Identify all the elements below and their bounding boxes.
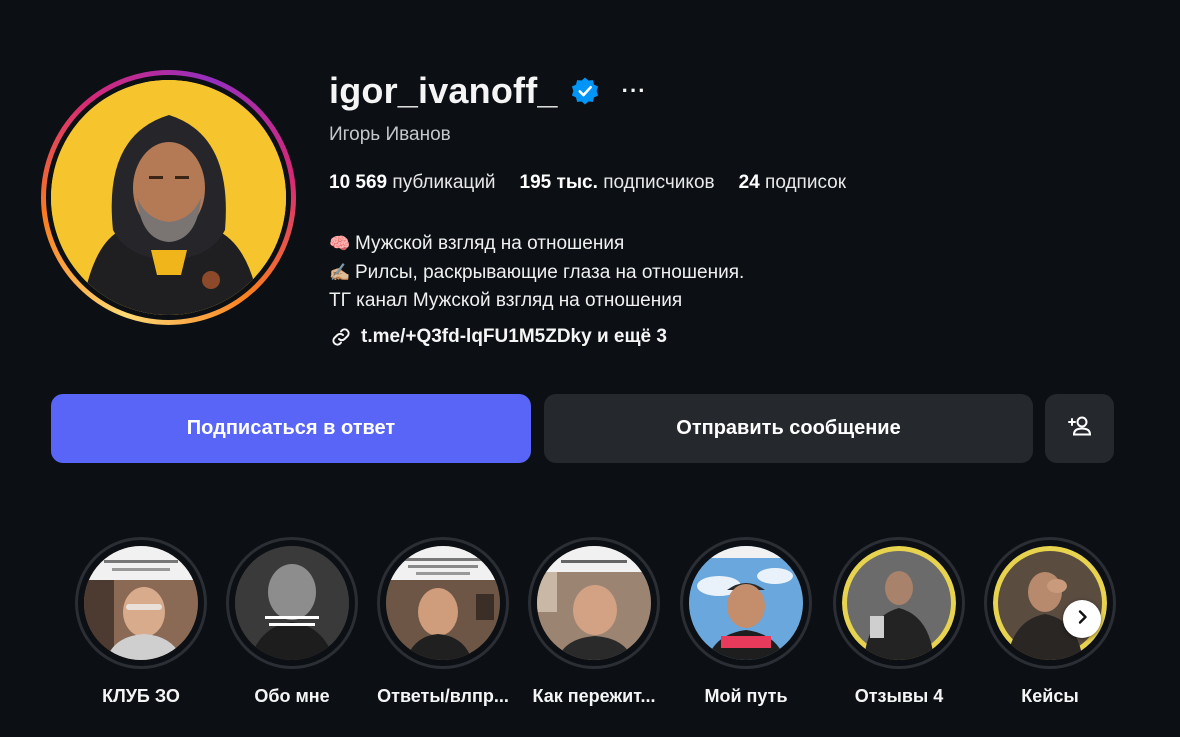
chevron-right-icon: [1074, 609, 1090, 630]
bio-link-text: t.me/+Q3fd-lqFU1M5ZDky и ещё 3: [361, 326, 667, 347]
follow-back-button[interactable]: Подписаться в ответ: [51, 394, 531, 463]
posts-stat: 10 569 публикаций: [329, 172, 496, 194]
highlight-cover: [531, 540, 657, 666]
highlight-cover: [987, 540, 1113, 666]
highlight-cover: [78, 540, 204, 666]
add-person-icon: [1067, 413, 1093, 445]
highlight-thumbnail: [235, 546, 349, 660]
bio-text: Мужской взгляд на отношения: [355, 233, 625, 254]
verified-badge-icon: [570, 76, 600, 106]
highlight-label: Обо мне: [254, 686, 330, 706]
followers-count: 195 тыс.: [519, 172, 598, 193]
highlight-item[interactable]: [226, 537, 358, 669]
bio-line: ✍🏼 Рилсы, раскрывающие глаза на отношени…: [329, 259, 744, 288]
bio-line: 🧠 Мужской взгляд на отношения: [329, 230, 744, 259]
bio-text: Рилсы, раскрывающие глаза на отношения.: [355, 261, 745, 283]
bio: 🧠 Мужской взгляд на отношения ✍🏼 Рилсы, …: [329, 230, 744, 316]
follow-back-label: Подписаться в ответ: [186, 417, 396, 439]
brain-emoji-icon: 🧠: [329, 234, 351, 253]
highlight-item[interactable]: [984, 537, 1116, 669]
profile-stats: 10 569 публикаций 195 тыс. подписчиков 2…: [329, 172, 846, 194]
highlight-label: Мой путь: [704, 686, 788, 706]
following-label: подписок: [765, 172, 847, 193]
send-message-button[interactable]: Отправить сообщение: [544, 394, 1033, 463]
highlight-thumbnail: [84, 546, 198, 660]
more-options-button[interactable]: ···: [622, 78, 647, 104]
highlight-item[interactable]: [528, 537, 660, 669]
highlight-item[interactable]: [75, 537, 207, 669]
followers-stat[interactable]: 195 тыс. подписчиков: [520, 172, 715, 194]
bio-text: ТГ канал Мужской взгляд на отношения: [329, 290, 683, 311]
highlight-thumbnail: [386, 546, 500, 660]
avatar-portrait: [51, 80, 286, 315]
username-row: igor_ivanoff_ ···: [329, 70, 647, 112]
bio-line: ТГ канал Мужской взгляд на отношения: [329, 287, 744, 316]
highlights-next-button[interactable]: [1063, 600, 1101, 638]
highlight-cover: [836, 540, 962, 666]
full-name: Игорь Иванов: [329, 124, 451, 145]
highlight-label: КЛУБ ЗО: [102, 686, 180, 706]
highlight-label: Как пережит...: [532, 686, 656, 706]
highlight-item[interactable]: [833, 537, 965, 669]
link-icon: [329, 325, 353, 349]
profile-avatar-ring[interactable]: [41, 70, 296, 325]
highlight-item[interactable]: [680, 537, 812, 669]
following-count: 24: [738, 172, 760, 193]
highlight-item[interactable]: [377, 537, 509, 669]
story-highlights: КЛУБ ЗО Обо мне Ответы/влпр... Как переж…: [0, 537, 1180, 737]
followers-label: подписчиков: [603, 172, 715, 193]
highlight-thumbnail: [689, 546, 803, 660]
posts-label: публикаций: [392, 172, 496, 193]
highlight-thumbnail: [537, 546, 651, 660]
highlight-cover: [380, 540, 506, 666]
avatar: [51, 80, 286, 315]
avatar-gap: [46, 75, 291, 320]
highlight-thumbnail: [842, 546, 956, 660]
send-message-label: Отправить сообщение: [676, 417, 901, 439]
highlight-label: Отзывы 4: [854, 686, 944, 706]
suggested-people-button[interactable]: [1045, 394, 1114, 463]
highlight-cover: [229, 540, 355, 666]
username: igor_ivanoff_: [329, 70, 558, 111]
bio-link[interactable]: t.me/+Q3fd-lqFU1M5ZDky и ещё 3: [329, 325, 667, 349]
highlight-label: Кейсы: [1021, 686, 1079, 706]
highlight-label: Ответы/влпр...: [377, 686, 509, 706]
highlight-cover: [683, 540, 809, 666]
writing-hand-emoji-icon: ✍🏼: [329, 262, 351, 282]
posts-count: 10 569: [329, 172, 388, 193]
following-stat[interactable]: 24 подписок: [739, 172, 846, 194]
